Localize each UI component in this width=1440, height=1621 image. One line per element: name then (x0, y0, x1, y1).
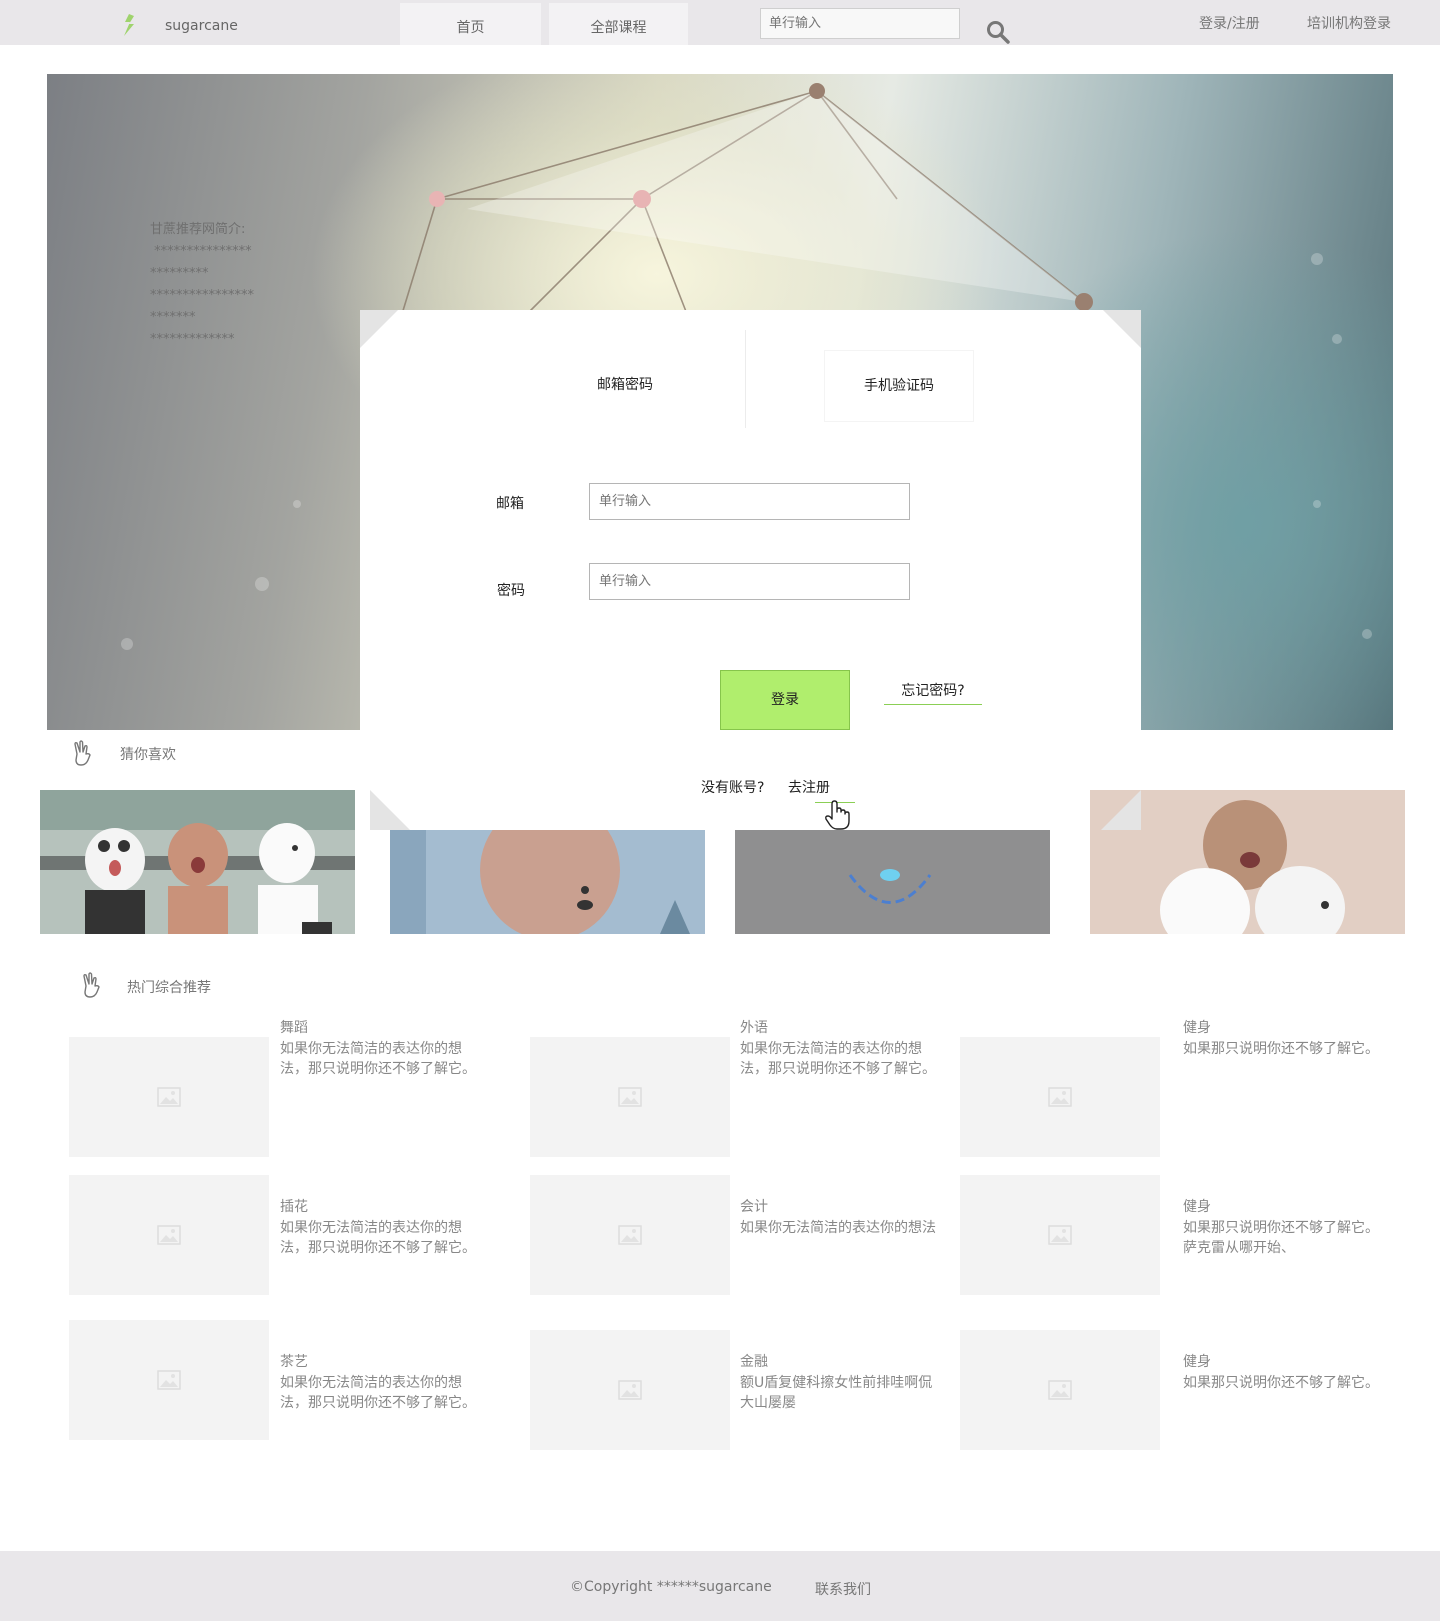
card-desc-line: 法，那只说明你还不够了解它。 (280, 1240, 476, 1256)
card-description: 如果那只说明你还不够了解它。 (1183, 1039, 1379, 1059)
card-image[interactable] (69, 1320, 269, 1440)
contact-us-link[interactable]: 联系我们 (815, 1579, 871, 1599)
card-desc-line: 如果你无法简洁的表达你的想法 (740, 1220, 936, 1236)
institution-login-link[interactable]: 培训机构登录 (1307, 13, 1391, 33)
intro-line: ********* (150, 266, 209, 281)
footer: ©Copyright ******sugarcane 联系我们 (0, 1551, 1440, 1621)
card-image[interactable] (69, 1175, 269, 1295)
site-intro: 甘蔗推荐网简介: *************** ********* *****… (150, 219, 254, 351)
password-label: 密码 (497, 583, 525, 599)
card-desc-line: 法，那只说明你还不够了解它。 (280, 1061, 476, 1077)
card-description: 如果那只说明你还不够了解它。 (1183, 1373, 1379, 1393)
card-desc-line: 如果你无法简洁的表达你的想 (740, 1041, 922, 1057)
hot-recommend-title: 热门综合推荐 (127, 980, 211, 996)
image-placeholder-icon (157, 1370, 181, 1390)
image-placeholder-icon (1048, 1380, 1072, 1400)
email-field[interactable] (589, 483, 910, 520)
bear-hanging-illustration (390, 830, 690, 934)
image-placeholder-icon (157, 1087, 181, 1107)
card-image[interactable] (69, 1037, 269, 1157)
card-image[interactable] (960, 1037, 1160, 1157)
modal-corner-fold (370, 790, 410, 830)
guess-you-like-title: 猜你喜欢 (120, 747, 176, 763)
intro-line: *************** (150, 244, 252, 259)
image-placeholder-icon (618, 1087, 642, 1107)
card-image[interactable] (960, 1175, 1160, 1295)
sugarcane-logo-icon[interactable] (120, 13, 138, 37)
search-icon[interactable] (986, 20, 1010, 44)
nav-tab-home[interactable]: 首页 (400, 3, 541, 45)
modal-corner-fold (1103, 310, 1141, 348)
portal-illustration (848, 869, 932, 904)
card-title[interactable]: 健身 (1183, 1351, 1211, 1371)
hand-icon (83, 972, 100, 998)
card-image[interactable] (530, 1330, 730, 1450)
card-title[interactable]: 会计 (740, 1196, 768, 1216)
card-title[interactable]: 金融 (740, 1351, 768, 1371)
forgot-password-link[interactable]: 忘记密码? (884, 680, 982, 705)
image-placeholder-icon (1048, 1087, 1072, 1107)
image-placeholder-icon (618, 1380, 642, 1400)
image-placeholder-icon (618, 1225, 642, 1245)
search-input[interactable] (760, 8, 960, 39)
image-placeholder-icon (157, 1225, 181, 1245)
card-image[interactable] (530, 1037, 730, 1157)
password-field[interactable] (589, 563, 910, 600)
tab-phone-code[interactable]: 手机验证码 (824, 350, 974, 422)
tab-email-password[interactable]: 邮箱密码 (525, 330, 725, 420)
register-link[interactable]: 去注册 (788, 777, 830, 797)
card-title[interactable]: 舞蹈 (280, 1017, 308, 1037)
card-description: 额U盾复健科擦女性前排哇啊侃 大山屡屡 (740, 1373, 932, 1413)
bears-illustration (40, 790, 355, 934)
top-nav: sugarcane 首页 全部课程 登录/注册 培训机构登录 (0, 0, 1440, 45)
intro-line: ************* (150, 332, 235, 347)
card-title[interactable]: 外语 (740, 1017, 768, 1037)
card-image[interactable] (960, 1330, 1160, 1450)
card-title[interactable]: 健身 (1183, 1196, 1211, 1216)
card-image[interactable] (530, 1175, 730, 1295)
card-description: 如果你无法简洁的表达你的想 法，那只说明你还不够了解它。 (280, 1218, 476, 1258)
modal-corner-fold (1101, 790, 1141, 830)
card-description: 如果你无法简洁的表达你的想 法，那只说明你还不够了解它。 (740, 1039, 936, 1079)
card-desc-line: 如果那只说明你还不够了解它。 (1183, 1041, 1379, 1057)
login-modal (360, 310, 1141, 730)
card-description: 如果你无法简洁的表达你的想 法，那只说明你还不够了解它。 (280, 1039, 476, 1079)
image-placeholder-icon (1048, 1225, 1072, 1245)
card-title[interactable]: 健身 (1183, 1017, 1211, 1037)
carousel-image-portal[interactable] (735, 830, 1050, 934)
carousel-image-bears-fence[interactable] (40, 790, 355, 934)
card-desc-line: 如果你无法简洁的表达你的想 (280, 1375, 462, 1391)
card-desc-line: 萨克雷从哪开始、 (1183, 1240, 1295, 1256)
card-description: 如果你无法简洁的表达你的想法 (740, 1218, 936, 1238)
card-desc-line: 法，那只说明你还不够了解它。 (740, 1061, 936, 1077)
intro-line: **************** (150, 288, 254, 303)
card-desc-line: 如果那只说明你还不够了解它。 (1183, 1220, 1379, 1236)
card-title[interactable]: 茶艺 (280, 1351, 308, 1371)
card-desc-line: 如果你无法简洁的表达你的想 (280, 1220, 462, 1236)
copyright-text: ©Copyright ******sugarcane (570, 1579, 772, 1595)
hand-pointer-icon (825, 800, 850, 830)
intro-line: ******* (150, 310, 196, 325)
hand-icon (74, 740, 91, 766)
nav-tab-all-courses[interactable]: 全部课程 (549, 3, 688, 45)
card-desc-line: 如果你无法简洁的表达你的想 (280, 1041, 462, 1057)
carousel-image-bear-hanging[interactable] (390, 830, 705, 934)
card-description: 如果你无法简洁的表达你的想 法，那只说明你还不够了解它。 (280, 1373, 476, 1413)
tab-divider (745, 330, 746, 428)
card-title[interactable]: 插花 (280, 1196, 308, 1216)
no-account-text: 没有账号? (701, 780, 765, 796)
login-button[interactable]: 登录 (720, 670, 850, 730)
card-desc-line: 法，那只说明你还不够了解它。 (280, 1395, 476, 1411)
card-desc-line: 大山屡屡 (740, 1395, 796, 1411)
logo-text[interactable]: sugarcane (165, 18, 238, 34)
intro-line: 甘蔗推荐网简介: (150, 222, 246, 237)
card-desc-line: 额U盾复健科擦女性前排哇啊侃 (740, 1375, 933, 1391)
login-register-link[interactable]: 登录/注册 (1199, 13, 1260, 33)
modal-corner-fold (360, 310, 398, 348)
email-label: 邮箱 (496, 496, 524, 512)
card-desc-line: 如果那只说明你还不够了解它。 (1183, 1375, 1379, 1391)
card-description: 如果那只说明你还不够了解它。 萨克雷从哪开始、 (1183, 1218, 1379, 1258)
